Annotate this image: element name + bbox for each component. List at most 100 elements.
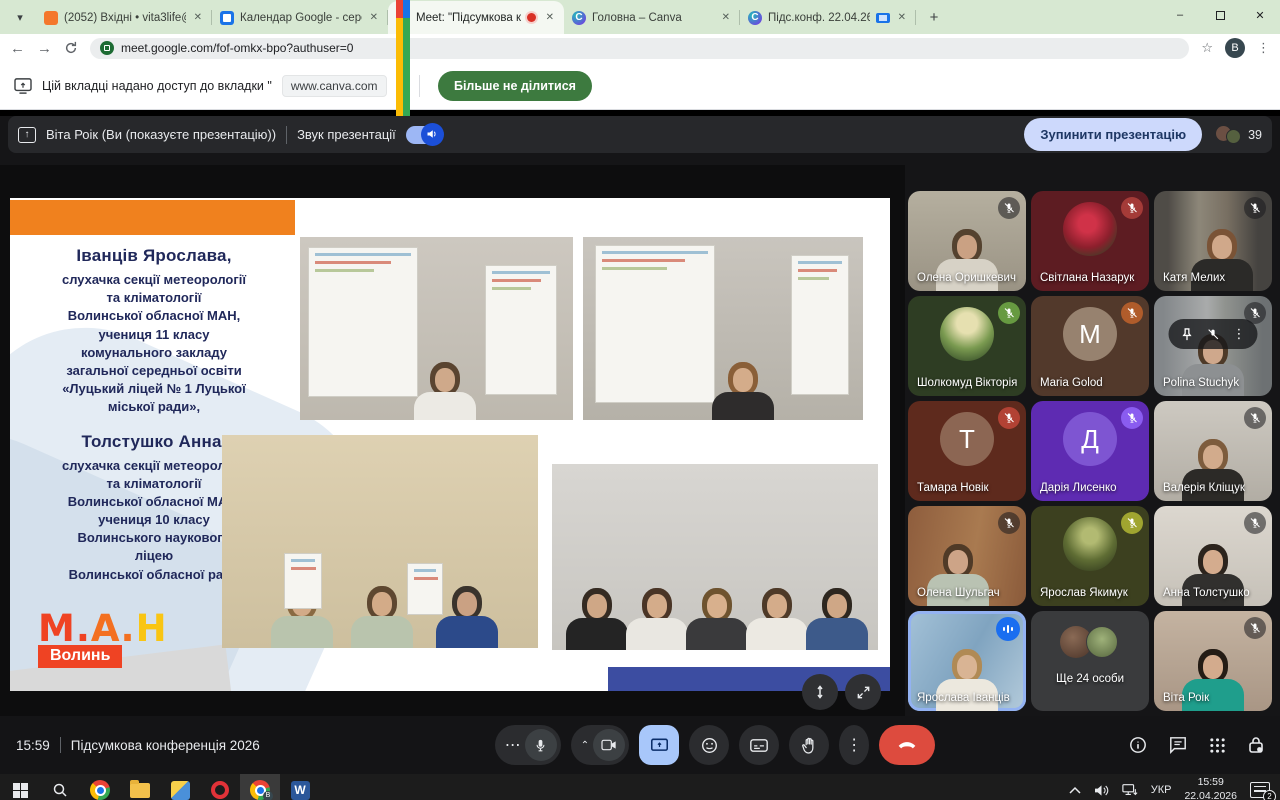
bookmark-star-icon[interactable]: ☆ bbox=[1201, 40, 1213, 56]
participant-name: Ярослава Іванців bbox=[917, 692, 1010, 704]
camera-options-icon[interactable]: ⌃ bbox=[581, 740, 589, 751]
participant-tile[interactable]: Анна Толстушко bbox=[1154, 506, 1272, 606]
browser-tab[interactable]: CГоловна – Canva✕ bbox=[564, 1, 740, 34]
participant-tile[interactable]: Світлана Назарук bbox=[1031, 191, 1149, 291]
participant-tile[interactable]: Катя Мелих bbox=[1154, 191, 1272, 291]
mic-muted-icon bbox=[1244, 302, 1266, 324]
browser-tab[interactable]: (2052) Вхідні • vita3life@ukr.ne✕ bbox=[36, 1, 212, 34]
tab-title: Підс.конф. 22.04.26, – Пре bbox=[768, 12, 870, 24]
mic-muted-icon bbox=[1121, 302, 1143, 324]
stop-sharing-button[interactable]: Більше не ділитися bbox=[438, 71, 592, 101]
language-indicator[interactable]: УКР bbox=[1151, 784, 1172, 796]
minimize-button[interactable]: – bbox=[1160, 0, 1200, 30]
browser-tab[interactable]: Календар Google - середа, 22 ✕ bbox=[212, 1, 388, 34]
tray-network-icon[interactable] bbox=[1122, 783, 1138, 797]
pin-icon[interactable] bbox=[1181, 328, 1194, 341]
tab-close-icon[interactable]: ✕ bbox=[368, 10, 380, 25]
maximize-button[interactable] bbox=[1200, 0, 1240, 30]
tile-hover-controls[interactable]: ⋮ bbox=[1169, 319, 1258, 349]
chrome-taskbar-icon[interactable] bbox=[80, 774, 120, 800]
participants-avatars-icon bbox=[1216, 126, 1242, 144]
tile-more-icon[interactable]: ⋮ bbox=[1233, 326, 1246, 342]
participant-tile[interactable]: Валерія Кліщук bbox=[1154, 401, 1272, 501]
participant-name: Валерія Кліщук bbox=[1163, 482, 1245, 494]
participant-tile[interactable]: Ще 24 особи bbox=[1031, 611, 1149, 711]
participant-name: Шолкомуд Вікторія bbox=[917, 377, 1017, 389]
presentation-sound-toggle[interactable] bbox=[406, 126, 442, 144]
raise-hand-button[interactable] bbox=[789, 725, 829, 765]
meet-bottom-bar: 15:59 Підсумкова конференція 2026 ⋯ ⌃ bbox=[0, 716, 1280, 774]
participant-tile[interactable]: Шолкомуд Вікторія bbox=[908, 296, 1026, 396]
tab-close-icon[interactable]: ✕ bbox=[896, 10, 908, 25]
back-icon[interactable]: ← bbox=[10, 41, 25, 56]
participant-name: Анна Толстушко bbox=[1163, 587, 1250, 599]
camera-button[interactable] bbox=[593, 729, 625, 761]
reload-icon[interactable] bbox=[64, 41, 78, 55]
presentation-stage: Іванців Ярослава, слухачка секції метеор… bbox=[0, 165, 905, 716]
forward-icon[interactable]: → bbox=[37, 41, 52, 56]
fullscreen-button[interactable] bbox=[845, 674, 881, 710]
photos-app-icon[interactable] bbox=[160, 774, 200, 800]
mic-muted-icon bbox=[1244, 617, 1266, 639]
participant-tile[interactable]: Ярослав Якимук bbox=[1031, 506, 1149, 606]
participant-tile[interactable]: Віта Роік bbox=[1154, 611, 1272, 711]
mic-button[interactable] bbox=[525, 729, 557, 761]
tab-close-icon[interactable]: ✕ bbox=[544, 10, 556, 25]
recording-indicator-icon bbox=[527, 13, 536, 22]
participants-count[interactable]: 39 bbox=[1216, 126, 1262, 144]
avatar bbox=[940, 307, 994, 361]
stop-presenting-button[interactable]: Зупинити презентацію bbox=[1024, 118, 1202, 151]
tray-expand-icon[interactable] bbox=[1069, 786, 1081, 794]
browser-tab-strip: ▾ (2052) Вхідні • vita3life@ukr.ne✕Кален… bbox=[0, 0, 1280, 34]
tab-title: Календар Google - середа, 22 bbox=[240, 12, 362, 24]
participant-name: Maria Golod bbox=[1040, 377, 1103, 389]
close-button[interactable]: ✕ bbox=[1240, 0, 1280, 30]
participant-tile[interactable]: Олена Шульгач bbox=[908, 506, 1026, 606]
start-button[interactable] bbox=[0, 774, 40, 800]
file-explorer-icon[interactable] bbox=[120, 774, 160, 800]
divider bbox=[286, 126, 287, 144]
notification-center-icon[interactable]: 2 bbox=[1250, 782, 1270, 798]
avatar: M bbox=[1063, 307, 1117, 361]
profile-avatar[interactable]: B bbox=[1225, 38, 1245, 58]
more-options-button[interactable]: ⋮ bbox=[839, 725, 869, 765]
host-controls-lock-icon[interactable] bbox=[1248, 736, 1264, 754]
participant-tile[interactable]: ⋮Polina Stuchyk bbox=[1154, 296, 1272, 396]
activities-icon[interactable] bbox=[1209, 737, 1226, 754]
tab-close-icon[interactable]: ✕ bbox=[720, 10, 732, 25]
tray-volume-icon[interactable] bbox=[1094, 784, 1109, 797]
window-controls: – ✕ bbox=[1160, 0, 1280, 30]
camera-control: ⌃ bbox=[571, 725, 629, 765]
present-screen-button[interactable] bbox=[639, 725, 679, 765]
taskbar-search-icon[interactable] bbox=[40, 774, 80, 800]
participant-name: Віта Роік bbox=[1163, 692, 1209, 704]
word-icon[interactable]: W bbox=[280, 774, 320, 800]
new-tab-button[interactable]: + bbox=[922, 5, 946, 29]
reactions-button[interactable] bbox=[689, 725, 729, 765]
presenter-label: Віта Роік (Ви (показуєте презентацію)) bbox=[46, 127, 276, 142]
address-bar[interactable]: meet.google.com/fof-omkx-bpo?authuser=0 bbox=[90, 38, 1189, 59]
avatar bbox=[1063, 517, 1117, 571]
browser-menu-icon[interactable]: ⋮ bbox=[1257, 40, 1270, 56]
banner-divider bbox=[419, 75, 420, 97]
participant-tile[interactable]: M Maria Golod bbox=[1031, 296, 1149, 396]
participant-tile[interactable]: Олена Оришкевич bbox=[908, 191, 1026, 291]
browser-tab[interactable]: CПідс.конф. 22.04.26, – Пре✕ bbox=[740, 1, 916, 34]
meeting-details-icon[interactable] bbox=[1129, 736, 1147, 754]
tab-close-icon[interactable]: ✕ bbox=[192, 10, 204, 25]
chrome-active-window-icon[interactable]: B bbox=[240, 774, 280, 800]
scroll-presentation-button[interactable] bbox=[802, 674, 838, 710]
participant-tile[interactable]: Ярослава Іванців bbox=[908, 611, 1026, 711]
participant-tile[interactable]: ДДарія Лисенко bbox=[1031, 401, 1149, 501]
opera-icon[interactable] bbox=[200, 774, 240, 800]
tab-search-icon[interactable]: ▾ bbox=[8, 5, 32, 29]
captions-button[interactable] bbox=[739, 725, 779, 765]
end-call-button[interactable] bbox=[879, 725, 935, 765]
chat-icon[interactable] bbox=[1169, 736, 1187, 754]
mic-options-icon[interactable]: ⋯ bbox=[505, 735, 521, 755]
tray-clock[interactable]: 15:59 22.04.2026 bbox=[1184, 776, 1237, 800]
participant-tile[interactable]: ТТамара Новік bbox=[908, 401, 1026, 501]
browser-tab[interactable]: Meet: "Підсумкова конфер✕ bbox=[388, 1, 564, 34]
participant-name: Олена Оришкевич bbox=[917, 272, 1016, 284]
mic-muted-icon bbox=[998, 302, 1020, 324]
